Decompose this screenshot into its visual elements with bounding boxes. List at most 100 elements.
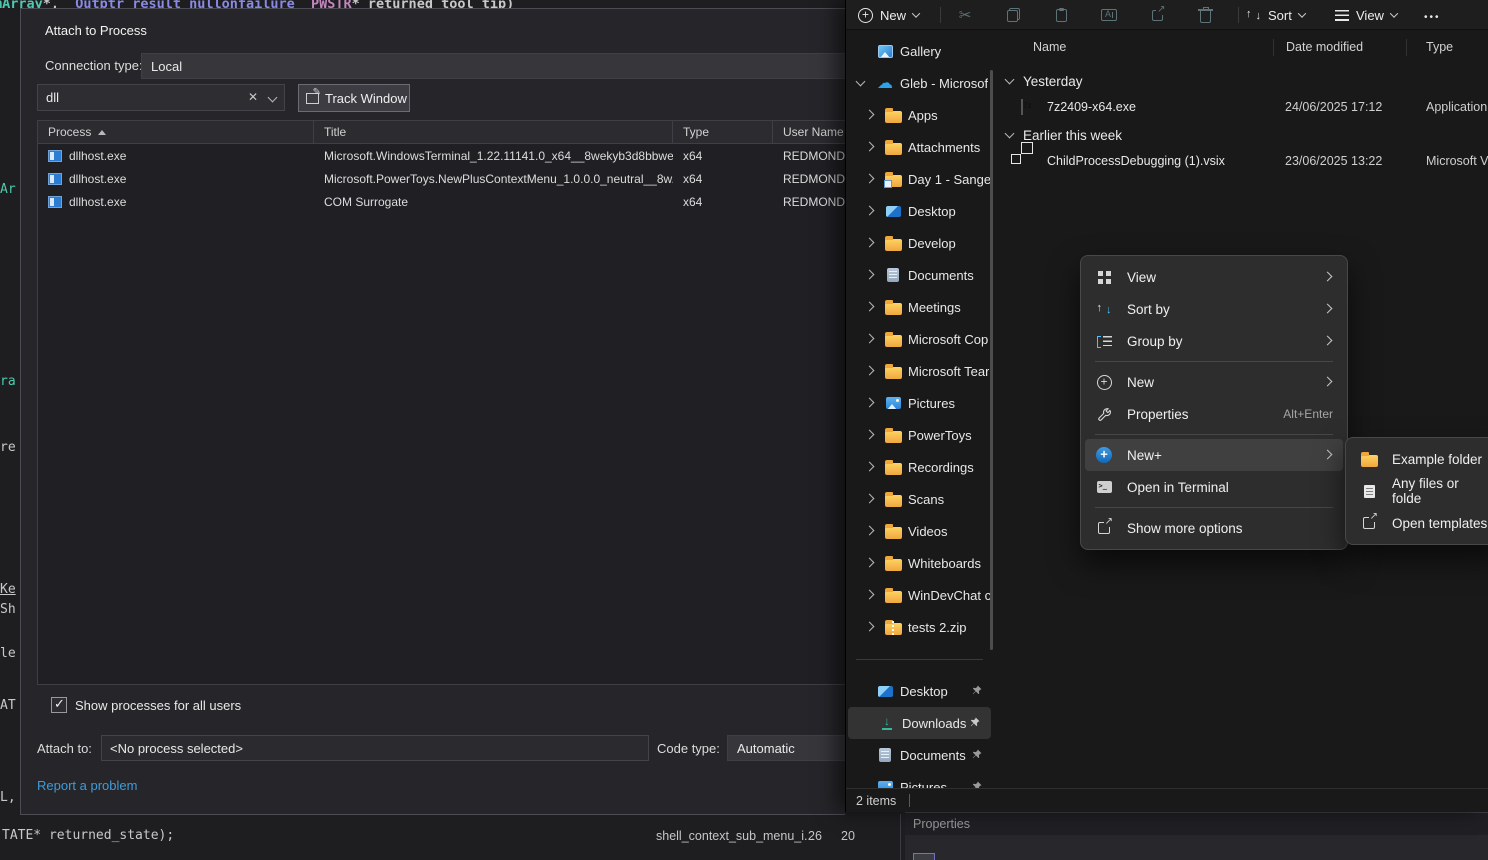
sidebar-item-desktop[interactable]: Desktop	[846, 195, 993, 227]
sidebar-item-microsoft-cop[interactable]: Microsoft Cop	[846, 323, 993, 355]
track-window-button[interactable]: Track Window	[298, 84, 410, 112]
code-type-label: Code type:	[657, 741, 720, 756]
chevron-right-icon[interactable]	[864, 270, 874, 280]
clear-filter-icon[interactable]: ✕	[248, 90, 258, 104]
menu-item-new-plus[interactable]: New+	[1085, 439, 1343, 471]
toolbar-separator	[940, 7, 941, 23]
show-all-users-label: Show processes for all users	[75, 698, 241, 713]
menu-item-view[interactable]: View	[1085, 261, 1343, 293]
attach-to-field[interactable]: <No process selected>	[101, 735, 649, 761]
column-header-date-modified[interactable]: Date modified	[1286, 40, 1363, 54]
chevron-right-icon[interactable]	[864, 302, 874, 312]
view-lines-icon	[1335, 10, 1349, 21]
menu-item-properties[interactable]: Properties Alt+Enter	[1085, 398, 1343, 430]
show-all-users-checkbox[interactable]	[51, 697, 67, 713]
process-row[interactable]: dllhost.exe Microsoft.WindowsTerminal_1.…	[38, 144, 845, 167]
chevron-down-icon[interactable]	[1005, 130, 1015, 140]
chevron-right-icon[interactable]	[864, 206, 874, 216]
group-header-yesterday[interactable]: Yesterday	[1001, 68, 1488, 94]
share-icon	[1152, 10, 1163, 21]
sidebar-item-day1[interactable]: Day 1 - Sangee	[846, 163, 993, 195]
chevron-right-icon[interactable]	[864, 526, 874, 536]
code-type-combo[interactable]: Automatic	[727, 735, 845, 761]
rename-button[interactable]	[1091, 0, 1127, 30]
column-header-user[interactable]: User Name	[773, 121, 845, 143]
editor-fragment: Ke	[0, 582, 16, 597]
nav-scrollbar[interactable]	[990, 70, 993, 650]
menu-item-group-by[interactable]: Group by	[1085, 325, 1343, 357]
sidebar-item-meetings[interactable]: Meetings	[846, 291, 993, 323]
sidebar-item-apps[interactable]: Apps	[846, 99, 993, 131]
sidebar-item-windevchat[interactable]: WinDevChat c	[846, 579, 993, 611]
chevron-down-icon[interactable]	[856, 78, 866, 88]
copy-button[interactable]	[995, 0, 1031, 30]
view-button[interactable]: View	[1335, 0, 1397, 30]
chevron-right-icon[interactable]	[864, 398, 874, 408]
filter-dropdown-icon[interactable]	[268, 93, 278, 103]
chevron-right-icon[interactable]	[864, 110, 874, 120]
sidebar-item-microsoft-tear[interactable]: Microsoft Tear	[846, 355, 993, 387]
attach-to-process-dialog: Attach to Process Connection type: Local…	[20, 8, 845, 815]
chevron-right-icon[interactable]	[864, 462, 874, 472]
chevron-right-icon[interactable]	[864, 590, 874, 600]
more-options-button[interactable]	[1424, 0, 1441, 30]
menu-item-sort-by[interactable]: Sort by	[1085, 293, 1343, 325]
sort-button[interactable]: Sort	[1246, 0, 1305, 30]
pin-icon	[971, 684, 983, 699]
group-header-earlier-this-week[interactable]: Earlier this week	[1001, 122, 1488, 148]
chevron-right-icon[interactable]	[864, 334, 874, 344]
share-button[interactable]	[1139, 0, 1175, 30]
folder-icon	[885, 591, 902, 603]
chevron-right-icon[interactable]	[864, 366, 874, 376]
menu-item-open-in-terminal[interactable]: Open in Terminal	[1085, 471, 1343, 503]
cut-button[interactable]	[947, 0, 983, 30]
sidebar-item-whiteboards[interactable]: Whiteboards	[846, 547, 993, 579]
new-button[interactable]: New	[858, 0, 919, 30]
sidebar-item-attachments[interactable]: Attachments	[846, 131, 993, 163]
sidebar-item-develop[interactable]: Develop	[846, 227, 993, 259]
column-header-type[interactable]: Type	[673, 121, 773, 143]
sidebar-item-onedrive-root[interactable]: Gleb - Microsof	[846, 67, 993, 99]
delete-button[interactable]	[1187, 0, 1223, 30]
sidebar-item-documents[interactable]: Documents	[846, 259, 993, 291]
paste-button[interactable]	[1043, 0, 1079, 30]
breakpoint-file-name: shell_context_sub_menu_i...	[656, 829, 814, 843]
menu-item-new[interactable]: New	[1085, 366, 1343, 398]
sidebar-item-recordings[interactable]: Recordings	[846, 451, 993, 483]
submenu-item-any-files[interactable]: Any files or folde	[1350, 475, 1488, 507]
process-row[interactable]: dllhost.exe COM Surrogate x64 REDMOND	[38, 190, 845, 213]
chevron-right-icon[interactable]	[864, 494, 874, 504]
menu-item-show-more-options[interactable]: Show more options	[1085, 512, 1343, 544]
chevron-right-icon[interactable]	[864, 142, 874, 152]
explorer-toolbar: New Sort View	[846, 0, 1488, 30]
sidebar-item-scans[interactable]: Scans	[846, 483, 993, 515]
chevron-down-icon[interactable]	[1005, 76, 1015, 86]
submenu-item-open-templates[interactable]: Open templates	[1350, 507, 1488, 539]
sidebar-item-tests-zip[interactable]: tests 2.zip	[846, 611, 993, 643]
sidebar-item-gallery[interactable]: Gallery	[846, 35, 993, 67]
sidebar-item-desktop-pinned[interactable]: Desktop	[846, 675, 993, 707]
sidebar-item-videos[interactable]: Videos	[846, 515, 993, 547]
chevron-right-icon[interactable]	[864, 430, 874, 440]
column-header-process[interactable]: Process	[38, 121, 314, 143]
chevron-right-icon[interactable]	[864, 238, 874, 248]
file-row[interactable]: 7z2409-x64.exe 24/06/2025 17:12 Applicat…	[1001, 95, 1488, 121]
chevron-right-icon[interactable]	[864, 622, 874, 632]
column-header-type[interactable]: Type	[1426, 40, 1453, 54]
column-header-name[interactable]: Name	[1033, 40, 1066, 54]
file-row[interactable]: ChildProcessDebugging (1).vsix 23/06/202…	[1001, 149, 1488, 175]
attach-to-label: Attach to:	[37, 741, 92, 756]
chevron-right-icon[interactable]	[864, 174, 874, 184]
properties-panel-title: Properties	[913, 817, 970, 831]
sidebar-item-downloads-pinned[interactable]: Downloads	[848, 707, 991, 739]
process-filter-input[interactable]: dll ✕	[37, 84, 285, 111]
report-problem-link[interactable]: Report a problem	[37, 778, 137, 793]
sidebar-item-documents-pinned[interactable]: Documents	[846, 739, 993, 771]
process-row[interactable]: dllhost.exe Microsoft.PowerToys.NewPlusC…	[38, 167, 845, 190]
connection-type-combo[interactable]: Local	[141, 53, 845, 79]
submenu-item-example-folder[interactable]: Example folder	[1350, 443, 1488, 475]
sidebar-item-powertoys[interactable]: PowerToys	[846, 419, 993, 451]
column-header-title[interactable]: Title	[314, 121, 673, 143]
sidebar-item-pictures[interactable]: Pictures	[846, 387, 993, 419]
chevron-right-icon[interactable]	[864, 558, 874, 568]
